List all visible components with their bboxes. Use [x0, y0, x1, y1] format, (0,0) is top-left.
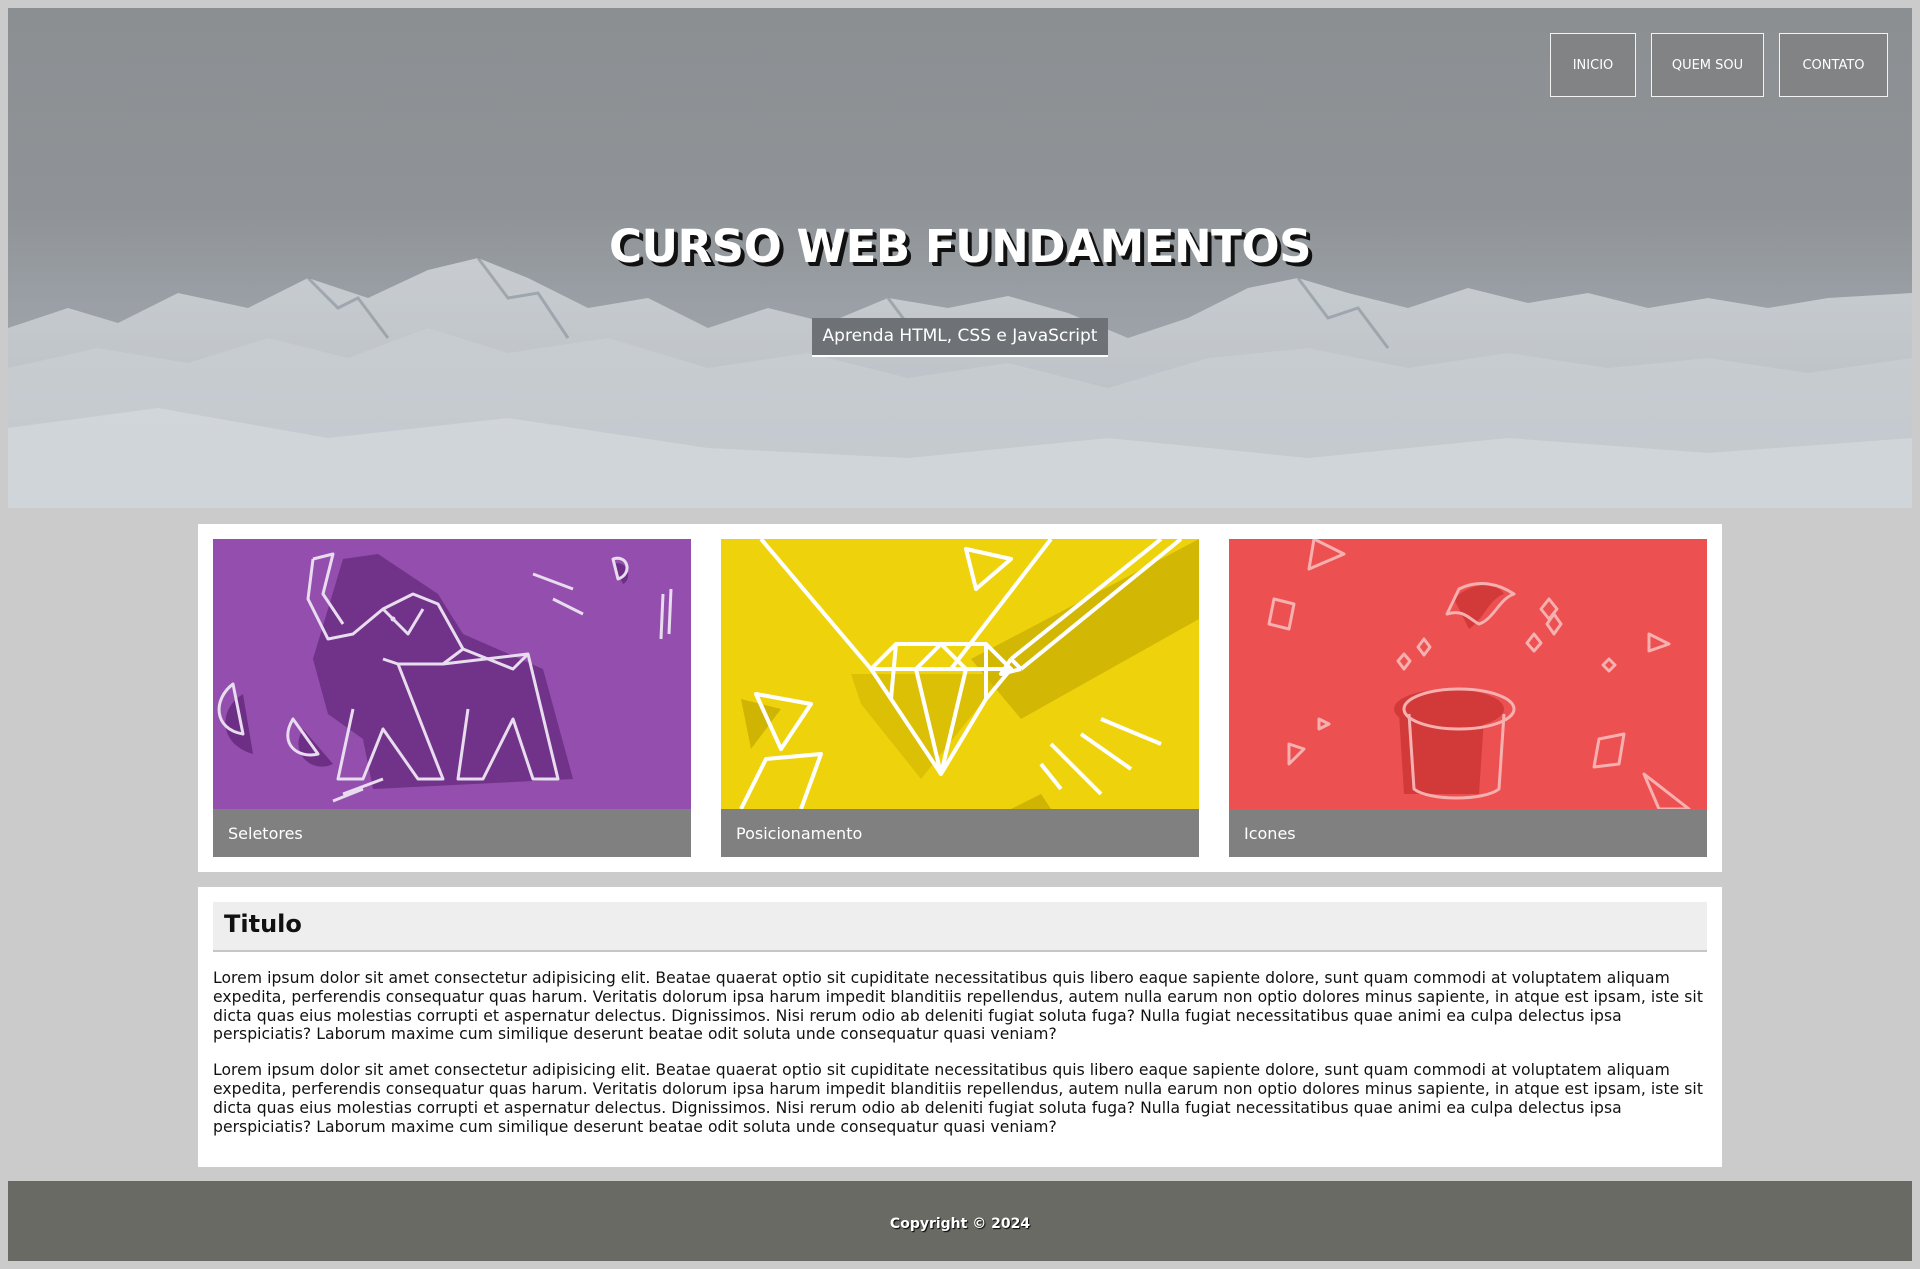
hero-title: CURSO WEB FUNDAMENTOS	[608, 220, 1312, 273]
hero-subtitle: Aprenda HTML, CSS e JavaScript	[811, 318, 1109, 357]
card-label: Seletores	[213, 809, 691, 857]
page-footer: Copyright © 2024	[8, 1181, 1912, 1261]
diamond-pencil-icon	[721, 539, 1199, 809]
hero-banner: INICIO QUEM SOU CONTATO CURSO WEB FUNDAM…	[8, 8, 1912, 508]
card-label: Posicionamento	[721, 809, 1199, 857]
article-section: Titulo Lorem ipsum dolor sit amet consec…	[198, 887, 1722, 1167]
origami-elephant-icon	[213, 539, 691, 809]
nav-quem-sou-button[interactable]: QUEM SOU	[1651, 33, 1764, 97]
nav-inicio-button[interactable]: INICIO	[1550, 33, 1636, 97]
article-title: Titulo	[213, 902, 1707, 952]
course-cards: Seletores Posicionamento Icones	[198, 524, 1722, 872]
magic-hat-bird-icon	[1229, 539, 1707, 809]
copyright-text: Copyright © 2024	[889, 1216, 1031, 1232]
card-posicionamento[interactable]: Posicionamento	[721, 539, 1199, 857]
main-nav: INICIO QUEM SOU CONTATO	[1550, 33, 1888, 97]
card-seletores[interactable]: Seletores	[213, 539, 691, 857]
card-label: Icones	[1229, 809, 1707, 857]
article-paragraph: Lorem ipsum dolor sit amet consectetur a…	[213, 1061, 1703, 1136]
card-icones[interactable]: Icones	[1229, 539, 1707, 857]
article-paragraph: Lorem ipsum dolor sit amet consectetur a…	[213, 969, 1703, 1044]
nav-contato-button[interactable]: CONTATO	[1779, 33, 1888, 97]
